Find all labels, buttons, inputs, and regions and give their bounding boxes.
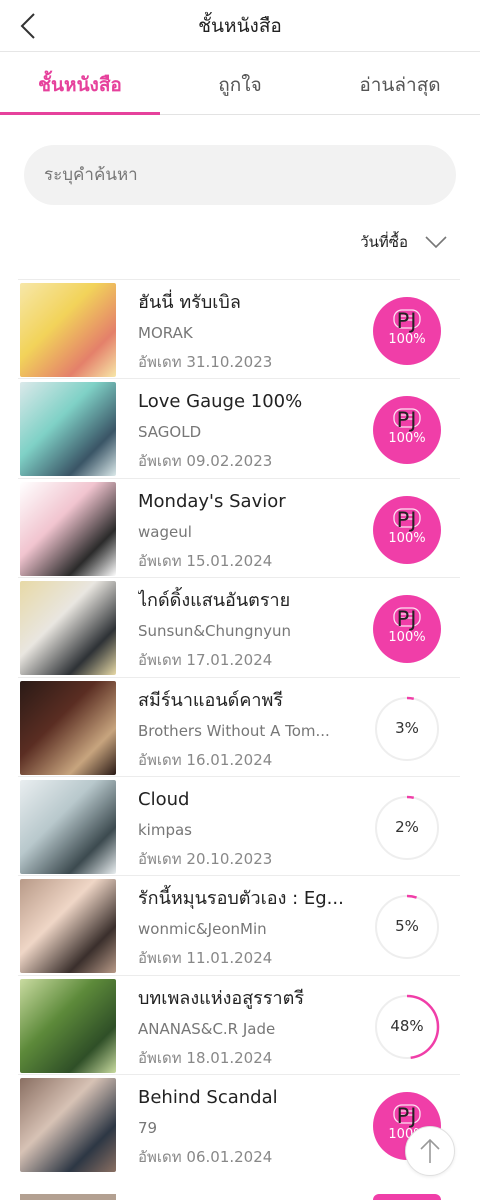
reading-progress-ring[interactable]: 3%: [373, 695, 441, 763]
list-item[interactable]: สมีร์นาแอนด์คาพรี Brothers Without A Tom.…: [18, 676, 460, 776]
book-info: Behind Scandal 79 อัพเดท 06.01.2024: [138, 1083, 358, 1171]
reading-complete-badge[interactable]: PJ 100%: [373, 595, 441, 664]
book-author: SAGOLD: [138, 423, 202, 442]
book-info: Cloud kimpas อัพเดท 20.10.2023: [138, 785, 358, 873]
book-updated-date: อัพเดท 18.01.2024: [138, 1048, 273, 1067]
list-item[interactable]: Behind Scandal 79 อัพเดท 06.01.2024 PJ 100%: [18, 1074, 460, 1173]
book-title: Love Gauge 100%: [138, 391, 303, 413]
book-title: บทเพลงแห่งอสูรราตรี: [138, 987, 304, 1009]
book-info: Monday's Savior wageul อัพเดท 15.01.2024: [138, 487, 358, 575]
book-author: Brothers Without A Tom...: [138, 721, 330, 740]
sort-dropdown[interactable]: วันที่ซื้อ: [360, 230, 448, 254]
badge-text: PJ: [396, 1104, 418, 1129]
book-updated-date: อัพเดท 17.01.2024: [138, 651, 273, 670]
list-item[interactable]: Monday's Savior wageul อัพเดท 15.01.2024 PJ…: [18, 477, 460, 577]
tab-bookshelf[interactable]: ชั้นหนังสือ: [0, 53, 160, 115]
list-item-partial: [18, 1192, 460, 1200]
tab-recently-read[interactable]: อ่านล่าสุด: [320, 53, 480, 114]
badge-text: PJ: [396, 607, 418, 632]
book-cover-image: [20, 1078, 116, 1173]
reading-complete-badge[interactable]: PJ 100%: [373, 495, 441, 564]
book-cover-image: [20, 283, 116, 377]
book-updated-date: อัพเดท 31.10.2023: [138, 353, 273, 371]
chevron-down-icon: [425, 236, 447, 249]
book-info: Love Gauge 100% SAGOLD อัพเดท 09.02.2023: [138, 387, 358, 475]
book-updated-date: อัพเดท 09.02.2023: [138, 452, 273, 471]
progress-percent: 100%: [388, 630, 426, 646]
book-info: บทเพลงแห่งอสูรราตรี ANANAS&C.R Jade อัพเดท…: [138, 984, 358, 1072]
list-item[interactable]: Cloud kimpas อัพเดท 20.10.2023 2%: [18, 775, 460, 875]
progress-percent: 48%: [390, 1016, 424, 1035]
book-cover-image: [20, 382, 116, 477]
list-item[interactable]: รักนี้หมุนรอบตัวเอง : Eg... wonmic&JeonMi…: [18, 875, 460, 974]
reading-complete-badge[interactable]: PJ 100%: [373, 396, 441, 465]
arrow-up-icon: [420, 1138, 440, 1163]
page-title: ชั้นหนังสือ: [198, 15, 282, 37]
book-info: สมีร์นาแอนด์คาพรี Brothers Without A Tom.…: [138, 686, 358, 774]
badge-text: PJ: [396, 507, 418, 532]
list-item[interactable]: ไกด์ดิ้งแสนอันตราย Sunsun&Chungnyun อัพเดท…: [18, 577, 460, 676]
progress-percent: 100%: [388, 332, 426, 347]
badge-text: PJ: [396, 309, 418, 333]
book-author: Sunsun&Chungnyun: [138, 622, 291, 641]
book-title: รักนี้หมุนรอบตัวเอง : Eg...: [138, 888, 344, 910]
reading-progress-ring[interactable]: 48%: [373, 993, 441, 1061]
list-item[interactable]: ฮันนี่ ทรับเบิล MORAK อัพเดท 31.10.2023 PJ 1…: [18, 279, 460, 378]
book-title: ไกด์ดิ้งแสนอันตราย: [138, 590, 291, 612]
sort-label: วันที่ซื้อ: [360, 233, 408, 251]
book-info: ไกด์ดิ้งแสนอันตราย Sunsun&Chungnyun อัพเดท…: [138, 586, 358, 674]
progress-percent: 5%: [395, 917, 419, 936]
scroll-to-top-button[interactable]: [405, 1126, 455, 1176]
book-author: kimpas: [138, 820, 192, 839]
book-title: Monday's Savior: [138, 490, 286, 512]
list-item[interactable]: บทเพลงแห่งอสูรราตรี ANANAS&C.R Jade อัพเดท…: [18, 974, 460, 1074]
badge-text: PJ: [396, 408, 418, 433]
search-input[interactable]: [44, 165, 436, 185]
progress-percent: 100%: [388, 431, 426, 447]
book-updated-date: อัพเดท 11.01.2024: [138, 949, 273, 968]
progress-percent: 2%: [395, 817, 419, 836]
book-updated-date: อัพเดท 16.01.2024: [138, 750, 273, 769]
book-cover-image: [20, 779, 116, 874]
book-author: MORAK: [138, 324, 193, 342]
book-title: Cloud: [138, 788, 190, 810]
book-cover-image: [20, 978, 116, 1073]
book-title: Behind Scandal: [138, 1087, 278, 1109]
tab-favorites[interactable]: ถูกใจ: [160, 53, 320, 114]
book-author: wageul: [138, 522, 192, 541]
top-bar: ชั้นหนังสือ: [0, 0, 480, 52]
book-cover-image: [20, 879, 116, 974]
reading-complete-badge[interactable]: PJ 100%: [373, 297, 441, 365]
book-cover-image: [20, 680, 116, 775]
reading-progress-ring[interactable]: 2%: [373, 794, 441, 862]
book-updated-date: อัพเดท 15.01.2024: [138, 551, 273, 570]
book-author: 79: [138, 1119, 158, 1138]
book-updated-date: อัพเดท 06.01.2024: [138, 1148, 273, 1167]
list-item[interactable]: Love Gauge 100% SAGOLD อัพเดท 09.02.2023 PJ…: [18, 378, 460, 477]
book-list: ฮันนี่ ทรับเบิล MORAK อัพเดท 31.10.2023 PJ 1…: [18, 279, 460, 1174]
book-author: wonmic&JeonMin: [138, 920, 267, 939]
tab-bar: ชั้นหนังสือ ถูกใจ อ่านล่าสุด: [0, 53, 480, 115]
book-cover-image: [20, 481, 116, 576]
book-updated-date: อัพเดท 20.10.2023: [138, 849, 273, 868]
book-cover-image: [20, 581, 116, 676]
book-title: ฮันนี่ ทรับเบิล: [138, 292, 241, 313]
book-info: ฮันนี่ ทรับเบิล MORAK อัพเดท 31.10.2023: [138, 288, 358, 376]
book-title: สมีร์นาแอนด์คาพรี: [138, 689, 284, 711]
reading-progress-ring[interactable]: 5%: [373, 893, 441, 961]
book-info: รักนี้หมุนรอบตัวเอง : Eg... wonmic&JeonMi…: [138, 884, 358, 972]
progress-percent: 100%: [388, 530, 426, 546]
progress-percent: 3%: [395, 718, 419, 737]
search-bar: [24, 145, 456, 205]
book-author: ANANAS&C.R Jade: [138, 1019, 276, 1038]
